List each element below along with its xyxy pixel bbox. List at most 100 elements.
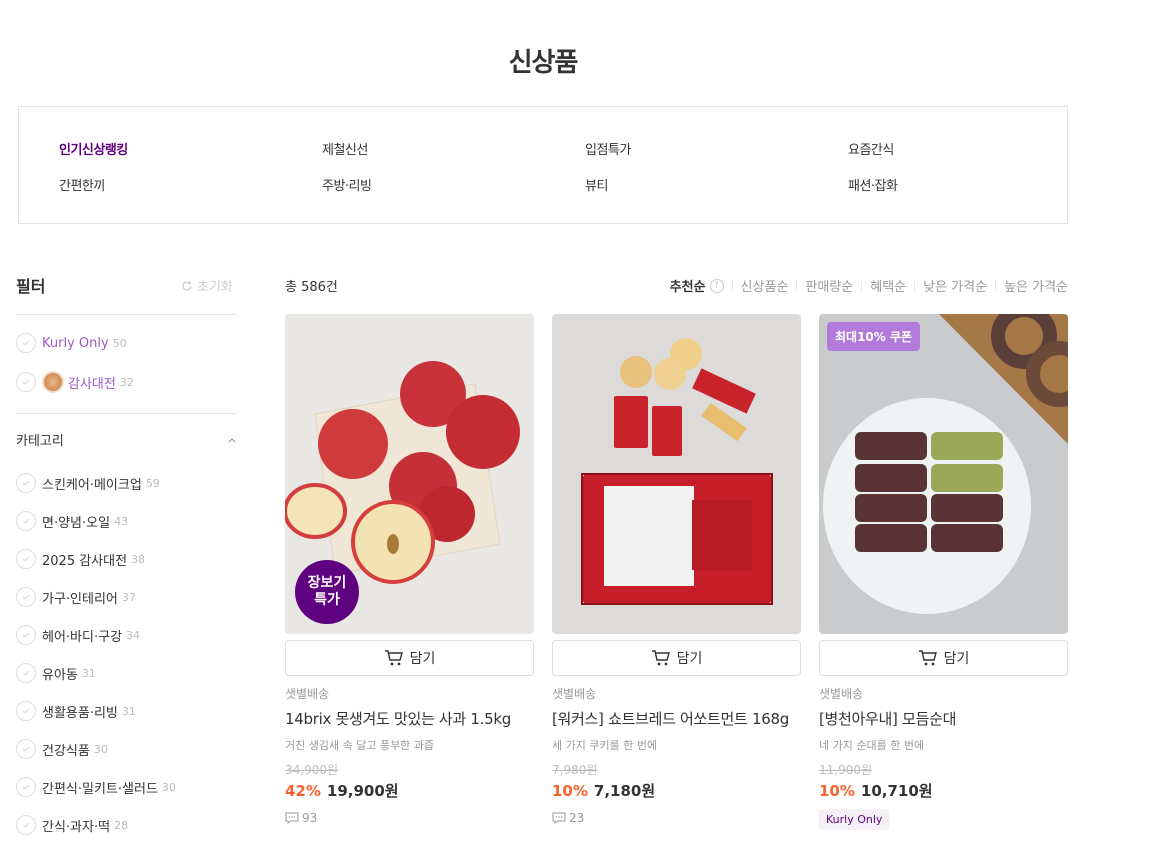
category-filter-label: 간편식·밀키트·샐러드 <box>42 781 158 797</box>
price-row: 10% 10,710원 <box>819 780 1068 801</box>
product-card[interactable]: 장보기 특가 담기 샛별배송 14brix 못생겨도 맛있는 사과 1.5kg 거… <box>285 314 534 825</box>
add-to-cart-button[interactable]: 담기 <box>552 640 801 676</box>
product-card[interactable]: 담기 샛별배송 [워커스] 쇼트브레드 어쏘트먼트 168g 세 가지 쿠키를 … <box>552 314 801 825</box>
reset-button[interactable]: 초기화 <box>181 276 233 295</box>
category-section-toggle[interactable]: 카테고리 <box>16 430 237 449</box>
category-grid: 인기신상랭킹 제철신선 입점특가 요즘간식 간편한끼 주방·리빙 뷰티 패션·잡… <box>18 106 1068 224</box>
category-filter-label: 스킨케어·메이크업 <box>42 477 142 493</box>
category-filter-label: 면·양념·오일 <box>42 515 111 531</box>
check-icon <box>16 777 36 797</box>
check-icon <box>16 587 36 607</box>
product-card[interactable]: 최대10% 쿠폰 담기 샛별배송 [병천아우내] 모듬순대 네 가지 순대를 한… <box>819 314 1068 830</box>
category-filter-count: 43 <box>114 514 129 528</box>
add-to-cart-button[interactable]: 담기 <box>819 640 1068 676</box>
shipping-type: 샛별배송 <box>819 687 864 701</box>
product-name[interactable]: [워커스] 쇼트브레드 어쏘트먼트 168g <box>552 708 801 729</box>
category-filter-label: 헤어·바디·구강 <box>42 629 123 645</box>
category-fashion[interactable]: 패션·잡화 <box>848 175 898 194</box>
divider <box>731 280 733 291</box>
cart-label: 담기 <box>943 651 970 667</box>
check-icon <box>16 663 36 683</box>
festival-thumbnail-icon <box>42 371 64 393</box>
sort-sales[interactable]: 판매량순 <box>805 276 853 295</box>
category-launch-deal[interactable]: 입점특가 <box>585 139 631 158</box>
sale-price: 10,710원 <box>860 782 933 800</box>
category-filter-count: 31 <box>81 666 96 680</box>
product-name[interactable]: [병천아우내] 모듬순대 <box>819 708 1068 729</box>
discount-rate: 10% <box>552 782 588 800</box>
category-filter-count: 28 <box>114 818 129 832</box>
divider <box>995 280 997 291</box>
refresh-icon <box>182 280 192 291</box>
sort-benefit[interactable]: 혜택순 <box>870 276 906 295</box>
divider <box>914 280 916 291</box>
product-image-shortbread[interactable] <box>552 314 801 634</box>
product-image-apples[interactable]: 장보기 특가 <box>285 314 534 634</box>
product-description: 거친 생김새 속 달고 풍부한 과즙 <box>285 739 435 752</box>
category-filter-count: 34 <box>126 628 141 642</box>
check-icon <box>16 473 36 493</box>
category-filter-label: 건강식품 <box>42 743 90 759</box>
category-filter-count: 38 <box>131 552 146 566</box>
category-filter-label: 2025 감사대전 <box>42 553 128 569</box>
category-seasonal-fresh[interactable]: 제철신선 <box>322 139 368 158</box>
filter-tag-thanks-festival[interactable]: 감사대전 32 <box>16 371 134 393</box>
check-icon <box>16 372 36 392</box>
sort-newest[interactable]: 신상품순 <box>741 276 789 295</box>
price-row: 10% 7,180원 <box>552 780 801 801</box>
sticker-line-2: 특가 <box>314 592 340 608</box>
category-filter-item[interactable]: 유아동 31 <box>16 663 96 683</box>
shipping-type: 샛별배송 <box>552 687 597 701</box>
category-snacks[interactable]: 요즘간식 <box>848 139 894 158</box>
category-popular-ranking[interactable]: 인기신상랭킹 <box>59 139 128 158</box>
kurly-only-badge: Kurly Only <box>819 809 890 830</box>
review-count-value: 23 <box>569 811 585 825</box>
category-filter-item[interactable]: 건강식품 30 <box>16 739 108 759</box>
review-count: 93 <box>285 811 534 825</box>
category-beauty[interactable]: 뷰티 <box>585 175 608 194</box>
original-price: 34,900원 <box>285 763 339 777</box>
sort-price-low[interactable]: 낮은 가격순 <box>923 276 987 295</box>
check-icon <box>16 625 36 645</box>
product-image-sundae[interactable]: 최대10% 쿠폰 <box>819 314 1068 634</box>
category-filter-label: 생활용품·리빙 <box>42 705 118 721</box>
divider <box>796 280 798 291</box>
product-name[interactable]: 14brix 못생겨도 맛있는 사과 1.5kg <box>285 708 534 729</box>
category-filter-item[interactable]: 가구·인테리어 37 <box>16 587 136 607</box>
category-filter-item[interactable]: 간식·과자·떡 28 <box>16 815 128 835</box>
sort-recommended[interactable]: 추천순 <box>670 276 706 295</box>
cart-icon <box>651 650 670 666</box>
help-icon[interactable]: ? <box>709 278 724 293</box>
check-icon <box>16 549 36 569</box>
category-filter-label: 유아동 <box>42 667 78 683</box>
review-count: 23 <box>552 811 801 825</box>
category-kitchen-living[interactable]: 주방·리빙 <box>322 175 372 194</box>
sort-bar: 추천순 ? 신상품순 판매량순 혜택순 낮은 가격순 높은 가격순 <box>670 276 1068 295</box>
category-filter-count: 59 <box>145 476 160 490</box>
category-easy-meal[interactable]: 간편한끼 <box>59 175 105 194</box>
category-section-title: 카테고리 <box>16 434 64 449</box>
category-filter-label: 간식·과자·떡 <box>42 819 111 835</box>
category-filter-count: 30 <box>161 780 176 794</box>
filter-tag-count: 32 <box>119 375 134 389</box>
category-filter-item[interactable]: 2025 감사대전 38 <box>16 549 145 569</box>
category-filter-label: 가구·인테리어 <box>42 591 118 607</box>
coupon-badge: 최대10% 쿠폰 <box>827 322 921 351</box>
category-filter-count: 30 <box>93 742 108 756</box>
sale-price: 7,180원 <box>593 782 656 800</box>
category-filter-item[interactable]: 생활용품·리빙 31 <box>16 701 136 721</box>
category-filter-item[interactable]: 면·양념·오일 43 <box>16 511 128 531</box>
cart-label: 담기 <box>409 651 436 667</box>
filter-tag-kurly-only[interactable]: Kurly Only 50 <box>16 333 127 353</box>
category-filter-item[interactable]: 스킨케어·메이크업 59 <box>16 473 160 493</box>
divider <box>16 314 237 315</box>
category-filter-item[interactable]: 간편식·밀키트·샐러드 30 <box>16 777 176 797</box>
sundae-photo <box>819 314 1068 634</box>
add-to-cart-button[interactable]: 담기 <box>285 640 534 676</box>
deal-sticker: 장보기 특가 <box>295 560 359 624</box>
check-icon <box>16 739 36 759</box>
category-filter-item[interactable]: 헤어·바디·구강 34 <box>16 625 140 645</box>
page-title: 신상품 <box>508 48 579 78</box>
sort-price-high[interactable]: 높은 가격순 <box>1004 276 1068 295</box>
reset-label: 초기화 <box>197 280 233 295</box>
